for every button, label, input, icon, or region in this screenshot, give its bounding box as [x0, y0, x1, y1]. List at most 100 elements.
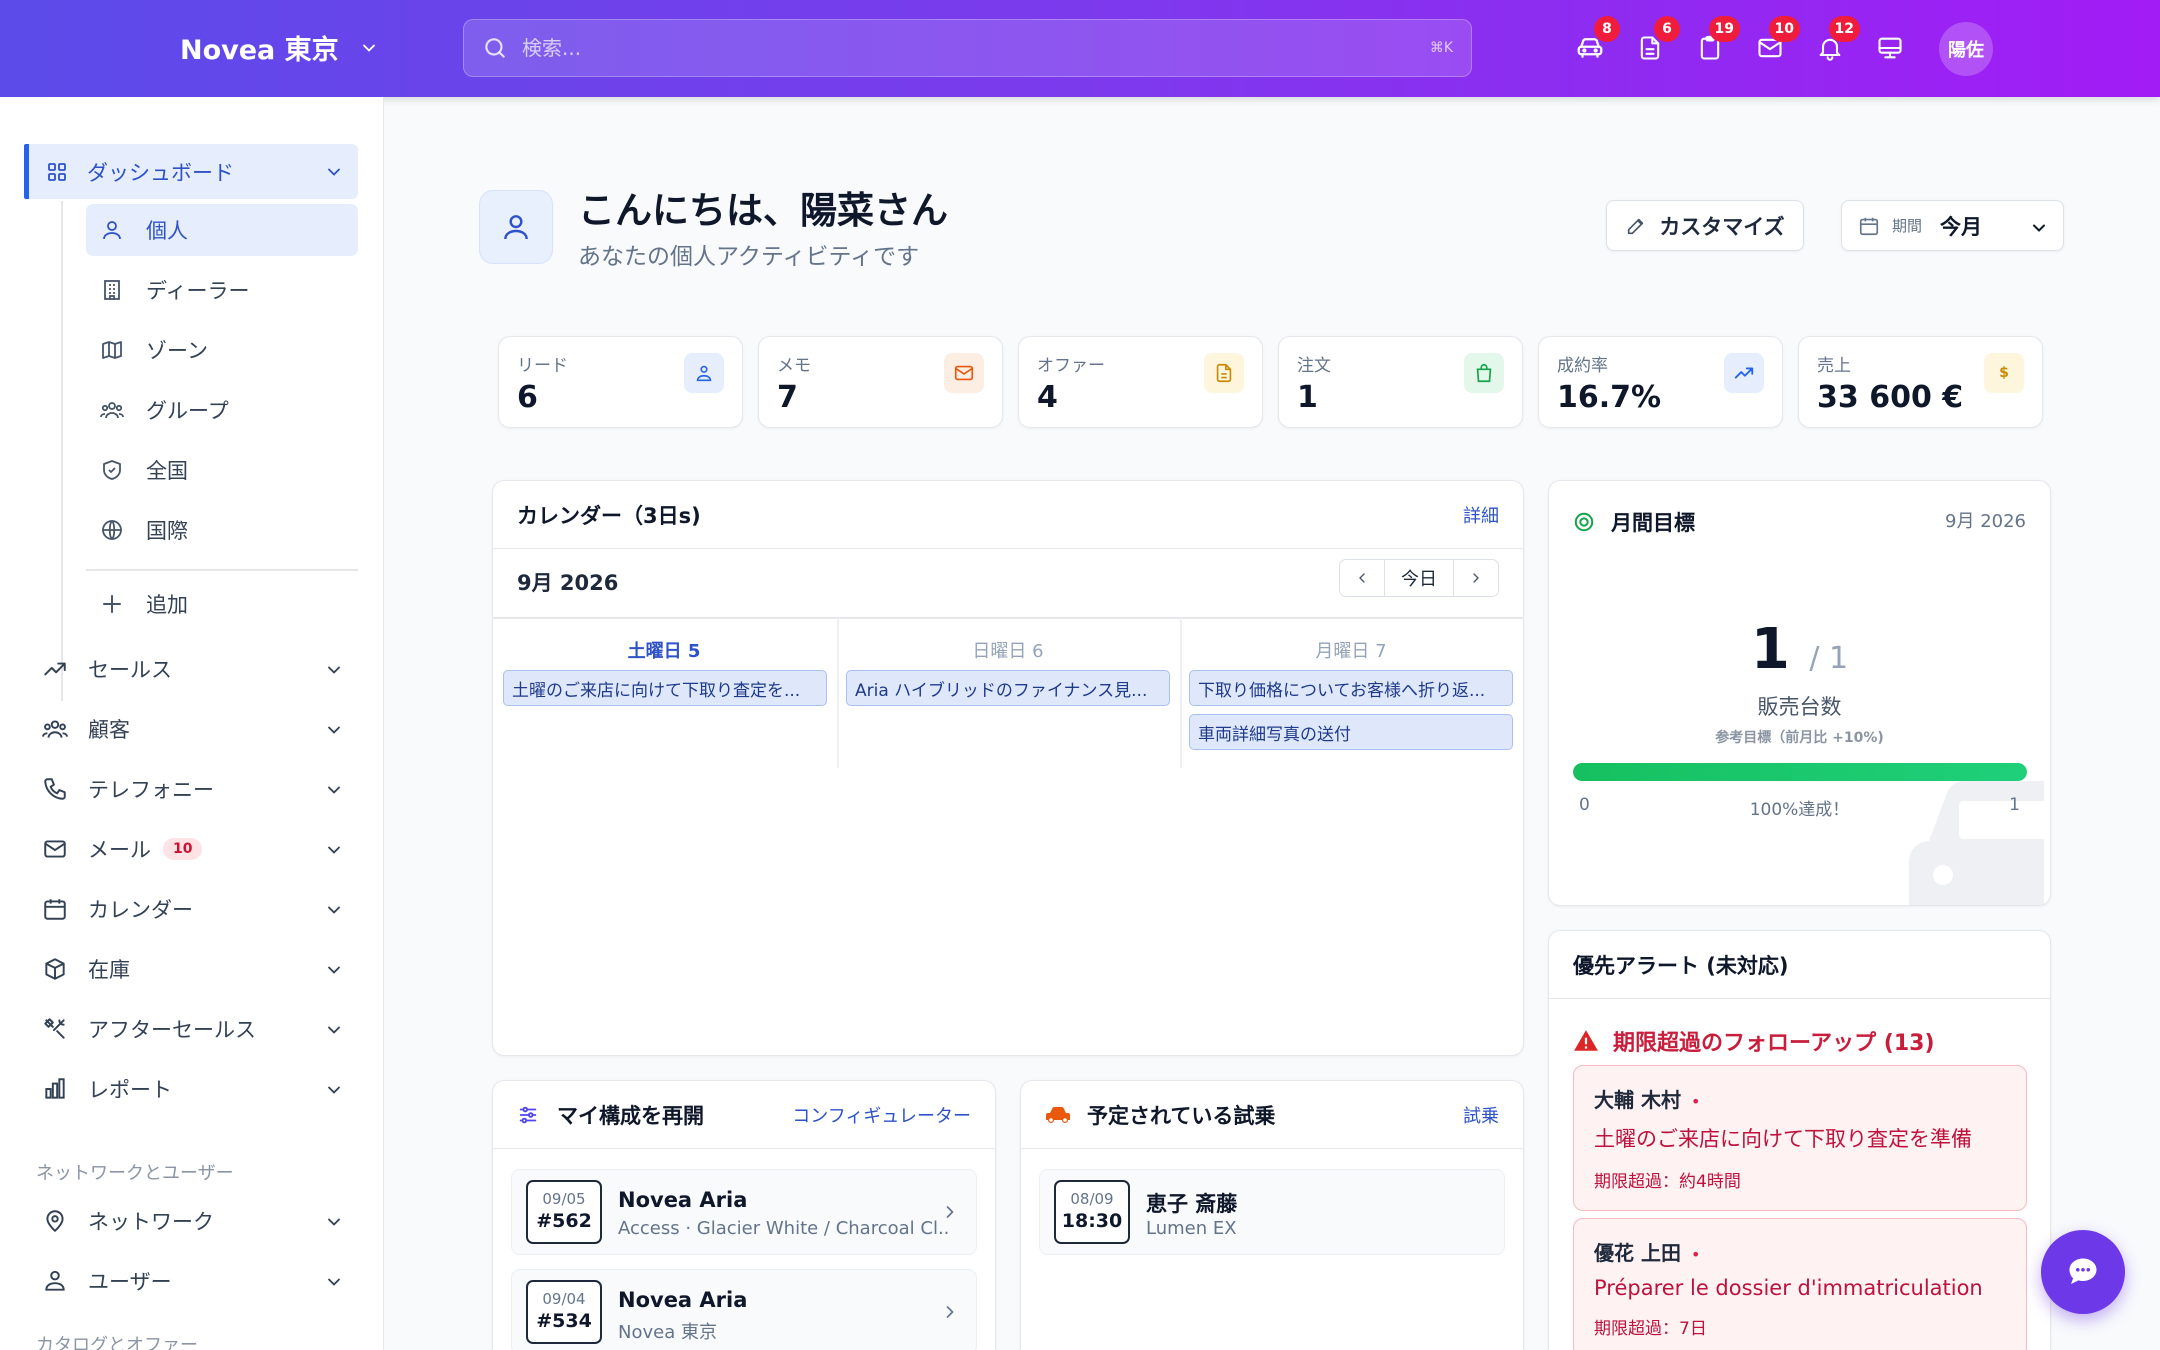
customize-button[interactable]: カスタマイズ: [1606, 200, 1804, 251]
grid-icon: [45, 160, 69, 184]
next-button[interactable]: [1454, 560, 1498, 596]
sidebar-item-personal[interactable]: 個人: [86, 204, 358, 256]
calendar-event[interactable]: Aria ハイブリッドのファイナンス見...: [846, 670, 1170, 706]
users-icon: [42, 716, 68, 742]
sidebar-item-international[interactable]: 国際: [86, 504, 358, 556]
sidebar-item-label: ネットワーク: [88, 1210, 214, 1234]
sidebar-item-inventory[interactable]: 在庫: [42, 943, 358, 995]
user-icon: [100, 218, 124, 242]
sidebar-item-group[interactable]: グループ: [86, 384, 358, 436]
goal-progress-text: 100%達成！: [1749, 800, 1850, 820]
chat-icon: [2065, 1254, 2101, 1290]
page-title: こんにちは、陽菜さん: [578, 189, 948, 232]
car-watermark-icon: [1899, 771, 2050, 905]
kpi-notes[interactable]: メモ 7: [758, 336, 1003, 428]
chevron-right-icon: [940, 1302, 960, 1322]
sidebar-item-customers[interactable]: 顧客: [42, 703, 358, 755]
calendar-event[interactable]: 車両詳細写真の送付: [1189, 714, 1513, 750]
sidebar-item-add[interactable]: 追加: [86, 578, 358, 630]
target-icon: [1573, 511, 1595, 533]
alert-item[interactable]: 大輔 木村 • 土曜のご来店に向けて下取り査定を準備 期限超過：約4時間: [1573, 1065, 2027, 1211]
chevron-down-icon: [324, 1080, 344, 1100]
car-icon: [1045, 1104, 1071, 1126]
chevron-down-icon: [324, 660, 344, 680]
monitor-icon[interactable]: [1872, 30, 1908, 66]
kpi-revenue[interactable]: 売上 33 600 € $: [1798, 336, 2043, 428]
testdrive-row[interactable]: 08/09 18:30 恵子 斎藤 Lumen EX: [1039, 1169, 1505, 1255]
calendar-event[interactable]: 土曜のご来店に向けて下取り査定を...: [503, 670, 827, 706]
clipboard-icon[interactable]: 19: [1692, 16, 1740, 66]
config-title: Novea Aria: [618, 1288, 748, 1312]
config-row[interactable]: 09/04 #534 Novea Aria Novea 東京: [511, 1269, 977, 1350]
mail-icon[interactable]: 10: [1752, 16, 1800, 66]
kpi-offers[interactable]: オファー 4: [1018, 336, 1263, 428]
tools-icon: [42, 1016, 68, 1042]
config-subtitle: Novea 東京: [618, 1322, 717, 1343]
card-header: 月間目標: [1573, 507, 1695, 537]
subnav-line: [61, 201, 63, 701]
search-input[interactable]: [522, 36, 1430, 60]
calendar-icon: [1858, 215, 1880, 237]
sidebar-item-dealer[interactable]: ディーラー: [86, 264, 358, 316]
sidebar-item-label: 在庫: [88, 958, 130, 982]
sidebar-item-national[interactable]: 全国: [86, 444, 358, 496]
sidebar-item-label: メール: [88, 838, 151, 862]
warning-icon: [1573, 1028, 1599, 1054]
page-subtitle: あなたの個人アクティビティです: [578, 244, 920, 270]
goal-progress-fill: [1573, 763, 2027, 781]
monthly-goal-card: 月間目標 9月 2026 1 / 1 販売台数 参考目標（前月比 +10%) 0…: [1548, 480, 2051, 906]
brand-switcher[interactable]: Novea 東京: [180, 28, 379, 67]
configurator-link[interactable]: コンフィギュレーター: [792, 1102, 971, 1128]
chevron-down-icon: [359, 38, 379, 58]
sidebar-item-reports[interactable]: レポート: [42, 1063, 358, 1115]
calendar-nav: 今日: [1339, 559, 1499, 597]
sidebar-item-label: 顧客: [88, 718, 130, 742]
sidebar-item-label: 国際: [146, 519, 188, 543]
mail-icon: [42, 836, 68, 862]
testdrive-link[interactable]: 試乗: [1463, 1102, 1499, 1128]
sidebar-item-mail[interactable]: メール 10: [42, 823, 358, 875]
prev-button[interactable]: [1340, 560, 1384, 596]
mail-icon: [944, 353, 984, 393]
sidebar-item-users[interactable]: ユーザー: [42, 1255, 358, 1307]
period-select[interactable]: 期間 今月: [1841, 200, 2064, 251]
period-label: 期間: [1892, 217, 1923, 235]
chevron-down-icon: [324, 1020, 344, 1040]
car-icon[interactable]: 8: [1572, 16, 1620, 66]
document-icon[interactable]: 6: [1632, 16, 1680, 66]
sidebar-item-aftersales[interactable]: アフターセールス: [42, 1003, 358, 1055]
alert-text: Préparer le dossier d'immatriculation: [1594, 1276, 1983, 1300]
sidebar-item-network[interactable]: ネットワーク: [42, 1195, 358, 1247]
sidebar-item-telephony[interactable]: テレフォニー: [42, 763, 358, 815]
customize-label: カスタマイズ: [1659, 214, 1785, 239]
kpi-conversion[interactable]: 成約率 16.7%: [1538, 336, 1783, 428]
goal-progress-bar: [1573, 763, 2027, 781]
card-header: 優先アラート (未対応): [1549, 931, 2050, 999]
sidebar-item-calendar[interactable]: カレンダー: [42, 883, 358, 935]
config-row[interactable]: 09/05 #562 Novea Aria Access · Glacier Wh…: [511, 1169, 977, 1255]
calendar-details-link[interactable]: 詳細: [1463, 502, 1499, 528]
building-icon: [100, 278, 124, 302]
chevron-down-icon: [324, 1272, 344, 1292]
edit-icon: [1625, 215, 1647, 237]
map-pin-icon: [42, 1208, 68, 1234]
bell-icon[interactable]: 12: [1812, 16, 1860, 66]
user-avatar[interactable]: 陽佐: [1939, 22, 1993, 76]
chevron-down-icon: [324, 780, 344, 800]
sidebar-item-sales[interactable]: セールス: [42, 643, 358, 695]
day-header: 土曜日 5: [627, 641, 701, 662]
alert-item[interactable]: 優花 上田 • Préparer le dossier d'immatricula…: [1573, 1218, 2027, 1350]
search-bar[interactable]: ⌘K: [463, 19, 1472, 77]
calendar-event[interactable]: 下取り価格についてお客様へ折り返...: [1189, 670, 1513, 706]
sidebar-item-zone[interactable]: ゾーン: [86, 324, 358, 376]
sidebar-item-dashboard[interactable]: ダッシュボード: [24, 144, 358, 199]
alert-group-title: 期限超過のフォローアップ (13): [1573, 1025, 1935, 1057]
kpi-leads[interactable]: リード 6: [498, 336, 743, 428]
kpi-orders[interactable]: 注文 1: [1278, 336, 1523, 428]
today-button[interactable]: 今日: [1384, 560, 1454, 596]
goal-date: 9月 2026: [1945, 511, 2026, 532]
search-shortcut: ⌘K: [1429, 40, 1453, 56]
globe-icon: [100, 518, 124, 542]
chat-button[interactable]: [2041, 1230, 2125, 1314]
trending-up-icon: [42, 656, 68, 682]
